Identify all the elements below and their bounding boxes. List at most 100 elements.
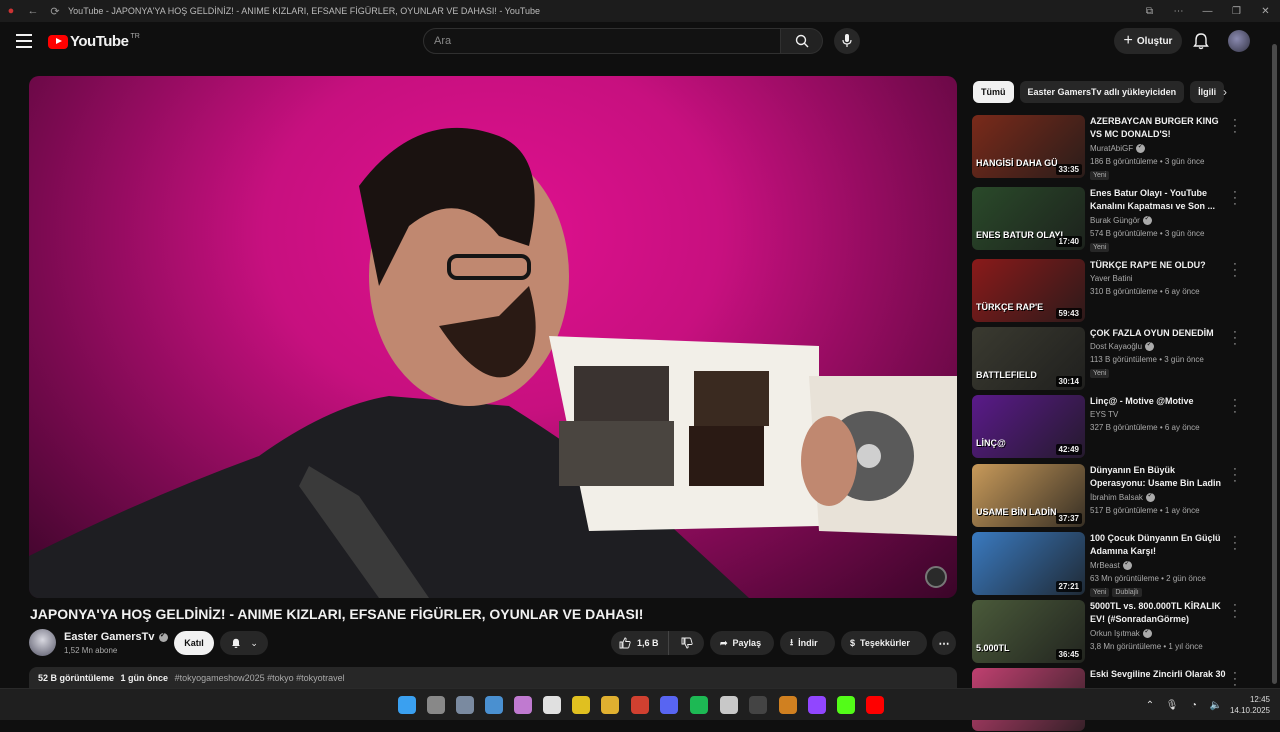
volume-icon[interactable]: 🔈 <box>1208 700 1224 711</box>
recommendation-channel[interactable]: Orkun Işıtmak <box>1090 627 1152 638</box>
recommendation-item[interactable]: TÜRKÇE RAP'E 59:43 TÜRKÇE RAP'E NE OLDU? Ya… <box>972 259 1242 323</box>
microphone-tray-icon[interactable]: 🎙 <box>1164 700 1180 711</box>
more-vertical-icon[interactable]: · · · <box>1230 259 1240 282</box>
recommendation-title[interactable]: ÇOK FAZLA OYUN DENEDİM <box>1090 327 1228 340</box>
share-button[interactable]: ➦ Paylaş <box>710 631 774 655</box>
recommendation-item[interactable]: 27:21 100 Çocuk Dünyanın En Güçlü Adamına… <box>972 532 1242 597</box>
more-actions-button[interactable]: ⋯ <box>932 631 956 655</box>
hashtags[interactable]: #tokyogameshow2025 #tokyo #tokyotravel <box>175 673 345 683</box>
more-vertical-icon[interactable]: · · · <box>1230 464 1240 487</box>
video-thumbnail[interactable]: LİNÇ@ 42:49 <box>972 395 1085 458</box>
video-thumbnail[interactable]: ENES BATUR OLAYI 17:40 <box>972 187 1085 250</box>
more-options-icon[interactable]: ⋯ <box>1164 0 1193 22</box>
recommendation-item[interactable]: 5.000TL 36:45 5000TL vs. 800.000TL KİRALIK… <box>972 600 1242 664</box>
kick-icon[interactable] <box>837 696 855 714</box>
task-view-icon[interactable] <box>427 696 445 714</box>
more-vertical-icon[interactable]: · · · <box>1230 395 1240 418</box>
video-thumbnail[interactable]: HANGİSİ DAHA GÜ 33:35 <box>972 115 1085 178</box>
more-vertical-icon[interactable]: · · · <box>1230 187 1240 210</box>
subscription-bell-button[interactable]: ⌄ <box>220 631 268 655</box>
dislike-button[interactable] <box>669 637 704 649</box>
channel-watermark[interactable] <box>925 566 947 588</box>
recommendation-item[interactable]: HANGİSİ DAHA GÜ 33:35 AZERBAYCAN BURGER KI… <box>972 115 1242 180</box>
video-thumbnail[interactable]: BATTLEFIELD 30:14 <box>972 327 1085 390</box>
page-scrollbar[interactable] <box>1271 34 1278 688</box>
search-button[interactable] <box>781 28 823 54</box>
copilot-icon[interactable] <box>514 696 532 714</box>
clock[interactable]: 12:45 14.10.2025 <box>1230 694 1270 716</box>
youtube-app-icon[interactable] <box>866 696 884 714</box>
recommendation-channel[interactable]: MuratAbiGF <box>1090 142 1146 153</box>
chevron-right-icon[interactable]: › <box>1216 82 1234 102</box>
recommendation-title[interactable]: Dünyanın En Büyük Operasyonu: Usame Bin … <box>1090 464 1228 490</box>
more-vertical-icon[interactable]: · · · <box>1230 668 1240 691</box>
video-thumbnail[interactable]: TÜRKÇE RAP'E 59:43 <box>972 259 1085 322</box>
screen-share-icon[interactable]: ⧉ <box>1135 0 1164 22</box>
like-button[interactable]: 1,6 B <box>611 631 669 655</box>
recommendation-title[interactable]: Eski Sevgiline Zincirli Olarak 30 <box>1090 668 1228 681</box>
recommendation-title[interactable]: 100 Çocuk Dünyanın En Güçlü Adamına Karş… <box>1090 532 1228 558</box>
recommendation-channel[interactable]: EYS TV <box>1090 410 1118 419</box>
recommendation-title[interactable]: AZERBAYCAN BURGER KING VS MC DONALD'S! <box>1090 115 1228 141</box>
recommendation-channel[interactable]: Yaver Batini <box>1090 274 1133 283</box>
recommendation-channel[interactable]: MrBeast <box>1090 559 1132 570</box>
discord-icon[interactable] <box>660 696 678 714</box>
chrome-icon[interactable] <box>631 696 649 714</box>
more-vertical-icon[interactable]: · · · <box>1230 327 1240 350</box>
thanks-button[interactable]: $ Teşekkürler <box>841 631 927 655</box>
menu-icon[interactable] <box>16 34 32 48</box>
podcast-icon[interactable] <box>779 696 797 714</box>
video-player[interactable] <box>29 76 957 598</box>
verified-icon <box>1145 491 1155 502</box>
video-thumbnail[interactable]: 5.000TL 36:45 <box>972 600 1085 663</box>
notifications-bell-icon[interactable] <box>1191 31 1211 51</box>
spotify-icon[interactable] <box>690 696 708 714</box>
file-explorer-icon[interactable] <box>601 696 619 714</box>
recommendation-stats: 63 Mn görüntüleme • 2 gün önce <box>1090 574 1206 583</box>
network-icon[interactable]: ◔ <box>1186 700 1202 711</box>
recommendation-channel[interactable]: Dost Kayaoğlu <box>1090 340 1155 351</box>
recommendation-title[interactable]: Enes Batur Olayı - YouTube Kanalını Kapa… <box>1090 187 1228 213</box>
recommendation-channel[interactable]: Burak Güngör <box>1090 214 1152 225</box>
reload-icon[interactable]: ⟳ <box>44 0 66 22</box>
video-thumbnail[interactable]: 27:21 <box>972 532 1085 595</box>
channel-name[interactable]: Easter GamersTv <box>64 631 168 643</box>
recommendation-title[interactable]: 5000TL vs. 800.000TL KİRALIK EV! (#Sonra… <box>1090 600 1228 626</box>
filter-chip[interactable]: Easter GamersTv adlı yükleyiciden <box>1019 81 1185 103</box>
restore-button[interactable]: ❐ <box>1222 0 1251 22</box>
photos-icon[interactable] <box>485 696 503 714</box>
steam-icon[interactable] <box>720 696 738 714</box>
filter-chip[interactable]: Tümü <box>973 81 1014 103</box>
search-input[interactable]: Ara <box>423 28 781 54</box>
more-vertical-icon[interactable]: · · · <box>1230 600 1240 623</box>
store-icon[interactable] <box>543 696 561 714</box>
sticky-notes-icon[interactable] <box>572 696 590 714</box>
recommendation-item[interactable]: ENES BATUR OLAYI 17:40 Enes Batur Olayı - … <box>972 187 1242 252</box>
minimize-button[interactable]: — <box>1193 0 1222 22</box>
masthead: YouTube TR Ara + Oluştur <box>0 22 1280 62</box>
chevron-up-icon[interactable]: ⌃ <box>1142 700 1158 711</box>
recommendation-title[interactable]: TÜRKÇE RAP'E NE OLDU? <box>1090 259 1228 272</box>
recommendation-item[interactable]: LİNÇ@ 42:49 Linç@ - Motive @Motive EYS TV 32… <box>972 395 1242 459</box>
create-button[interactable]: + Oluştur <box>1114 28 1182 54</box>
voice-search-button[interactable] <box>834 28 860 54</box>
more-vertical-icon[interactable]: · · · <box>1230 532 1240 555</box>
youtube-logo[interactable]: YouTube TR <box>48 33 140 50</box>
join-button[interactable]: Katıl <box>174 631 214 655</box>
back-icon[interactable]: ← <box>22 0 44 22</box>
account-avatar[interactable] <box>1228 30 1250 52</box>
recommendation-item[interactable]: BATTLEFIELD 30:14 ÇOK FAZLA OYUN DENEDİM Do… <box>972 327 1242 391</box>
download-button[interactable]: ⭳ İndir <box>780 631 835 655</box>
recommendation-title[interactable]: Linç@ - Motive @Motive <box>1090 395 1228 408</box>
browser-icon[interactable] <box>749 696 767 714</box>
recommendation-item[interactable]: USAME BİN LADİN 37:37 Dünyanın En Büyük Op… <box>972 464 1242 528</box>
channel-avatar[interactable] <box>29 629 56 656</box>
settings-icon[interactable] <box>456 696 474 714</box>
recommendation-channel[interactable]: İbrahim Balsak <box>1090 491 1155 502</box>
scrollbar-thumb[interactable] <box>1272 44 1277 684</box>
video-thumbnail[interactable]: USAME BİN LADİN 37:37 <box>972 464 1085 527</box>
twitch-icon[interactable] <box>808 696 826 714</box>
close-button[interactable]: ✕ <box>1251 0 1280 22</box>
windows-start-icon[interactable] <box>398 696 416 714</box>
more-vertical-icon[interactable]: · · · <box>1230 115 1240 138</box>
